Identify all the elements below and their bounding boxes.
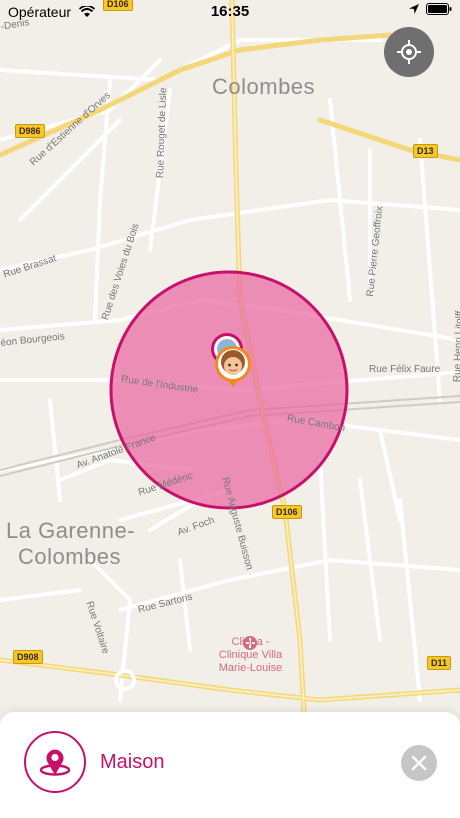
status-bar: Opérateur 16:35: [0, 0, 460, 24]
road-badge-d986: D986: [15, 124, 45, 138]
close-button[interactable]: [401, 745, 437, 781]
road-badge-d13: D13: [413, 144, 438, 158]
status-right: [408, 3, 452, 15]
zone-icon-badge: [24, 731, 86, 793]
locate-me-button[interactable]: [384, 27, 434, 77]
road-badge-d908: D908: [13, 650, 43, 664]
zone-pin-icon: [39, 749, 71, 776]
road-badge-d106: D106: [272, 505, 302, 519]
map-view[interactable]: Colombes La Garenne- Colombes D106 D986 …: [0, 0, 460, 818]
status-time: 16:35: [210, 3, 250, 20]
road-badge-d11: D11: [427, 656, 452, 670]
street-label: Rue Henri Litolff: [452, 310, 460, 383]
street-label: Rue Félix Faure: [369, 364, 441, 375]
location-services-icon: [409, 4, 419, 14]
city-label-colombes-2: Colombes: [18, 544, 122, 569]
zone-name-label: Maison: [100, 751, 165, 773]
city-label-la-garenne: La Garenne-: [6, 518, 136, 543]
poi-label-clinique[interactable]: Clinea - Clinique Villa Marie-Louise: [213, 636, 288, 675]
battery-icon: [426, 3, 452, 15]
zone-info-panel: Maison: [0, 712, 460, 818]
geofence-circle: [109, 270, 349, 510]
city-label-colombes: Colombes: [212, 74, 316, 99]
crosshair-icon: [397, 40, 421, 64]
close-icon: [411, 755, 427, 771]
